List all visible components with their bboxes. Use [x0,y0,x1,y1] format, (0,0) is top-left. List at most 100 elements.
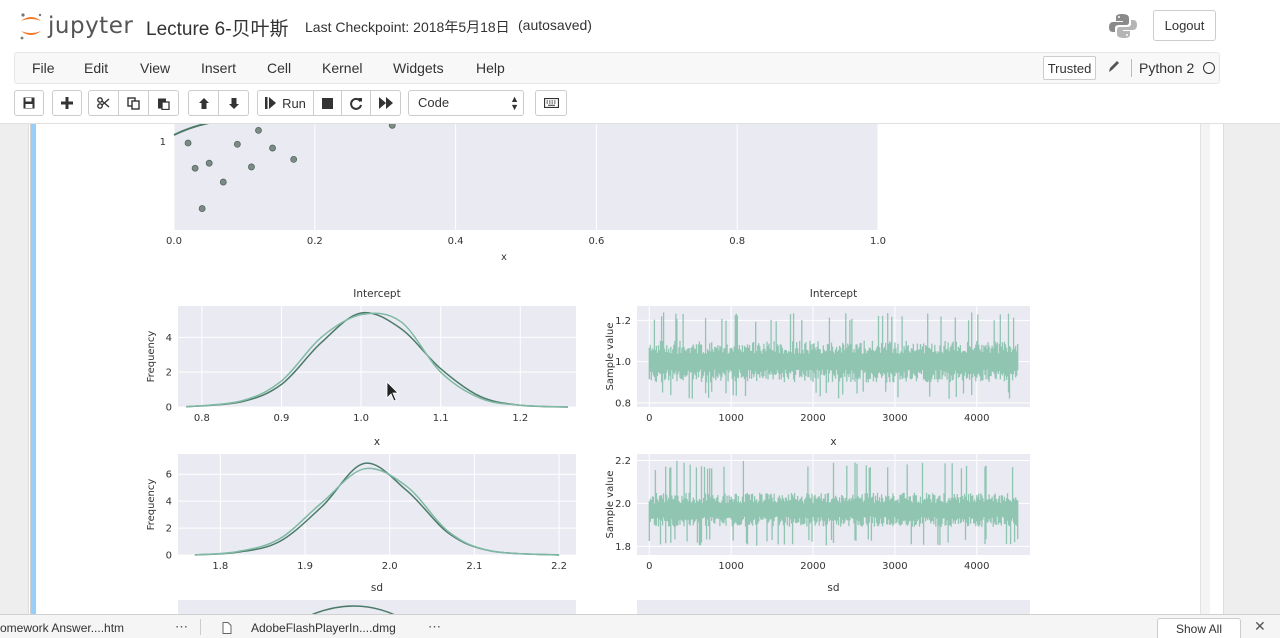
download-divider [200,619,201,635]
intercept-density-xtick-label: 1.2 [512,413,528,424]
x-trace-xtick-label: 4000 [964,561,989,572]
scatter-xlabel: x [501,252,507,263]
intercept-trace-xtick-label: 1000 [718,413,743,424]
menu-insert[interactable]: Insert [201,60,236,76]
sd-density-area [178,600,576,614]
scatter-point [191,164,199,172]
x-density-xtick-label: 2.1 [466,561,482,572]
save-button[interactable] [14,90,44,116]
arrow-up-icon [198,97,209,109]
trusted-indicator[interactable]: Trusted [1043,56,1096,80]
plus-icon [61,97,73,109]
cell-output-plots: 0.0 0.2 0.4 0.6 0.8 1.0 1 x 0.8 0.9 1.0 1.1 1.2 0 2 4 I… [146,124,1030,614]
toolbar: Run Code ▲ ▼ [14,90,1220,118]
download-more-icon-2[interactable]: ⋯ [428,619,441,635]
restart-run-all-button[interactable] [370,90,401,116]
intercept-density-ytick-label: 0 [166,403,172,414]
close-icon[interactable]: ✕ [1254,618,1266,635]
scatter-xtick-label: 0.0 [166,236,182,247]
scatter-point [198,205,206,212]
x-density-ytick-label: 0 [166,551,172,562]
intercept-density-plot: 0.8 0.9 1.0 1.1 1.2 0 2 4 Intercept Frequency [146,288,576,424]
file-icon [222,622,232,634]
scatter-point [269,144,276,152]
menu-widgets[interactable]: Widgets [393,60,444,76]
pencil-icon[interactable] [1107,59,1121,75]
intercept-trace-ytick-label: 1.0 [615,357,631,368]
intercept-trace-ytick-label: 1.2 [615,316,631,327]
x-trace-xtick-label: 0 [646,561,652,572]
menu-edit[interactable]: Edit [84,60,108,76]
intercept-density-xtick-label: 0.8 [194,413,210,424]
sd-trace-title: sd [827,582,839,594]
x-density-xtick-label: 2.2 [551,561,567,572]
scatter-point [388,124,396,129]
x-density-ytick-label: 4 [166,497,172,508]
scatter-point [184,139,192,147]
move-up-button[interactable] [188,90,219,116]
download-item-flashplayer[interactable]: AdobeFlashPlayerIn....dmg [251,621,396,635]
menu-help[interactable]: Help [476,60,505,76]
kernel-divider [1131,59,1132,77]
x-density-ytick-label: 6 [166,470,172,481]
intercept-density-title: Intercept [353,288,400,300]
x-trace-xtick-label: 1000 [718,561,743,572]
cut-button[interactable] [88,90,119,116]
scatter-point [255,126,262,134]
x-density-xtick-label: 2.0 [382,561,398,572]
x-density-xtick-label: 1.8 [212,561,228,572]
intercept-density-ylabel: Frequency [146,331,157,383]
scatter-xtick-label: 0.6 [588,236,604,247]
paste-icon [158,98,170,110]
menu-view[interactable]: View [140,60,170,76]
logo-text: jupyter [48,13,134,39]
notebook-name[interactable]: Lecture 6-贝叶斯 [146,14,289,41]
intercept-density-xtick-label: 0.9 [274,413,290,424]
intercept-trace-plot: 0 1000 2000 3000 4000 0.8 1.0 1.2 Intercept Sampl… [605,288,1030,424]
x-trace-plot: 0 1000 2000 3000 4000 1.8 2.0 2.2 x Sample value [605,436,1030,572]
menu-file[interactable]: File [32,60,55,76]
download-item-homework[interactable]: omework Answer....htm [0,621,124,635]
jupyter-logo[interactable]: jupyter [18,8,133,44]
scatter-plot: 0.0 0.2 0.4 0.6 0.8 1.0 1 x [160,124,886,263]
restart-button[interactable] [341,90,371,116]
intercept-density-area [178,306,576,407]
jupyter-logo-icon [20,13,42,40]
scatter-xtick-label: 1.0 [870,236,886,247]
insert-cell-button[interactable] [52,90,82,116]
intercept-density-ytick-label: 4 [166,333,172,344]
copy-button[interactable] [118,90,149,116]
intercept-trace-ylabel: Sample value [605,323,616,391]
scatter-xtick-label: 0.4 [448,236,464,247]
sd-trace-plot: sd [637,582,1030,614]
menu-cell[interactable]: Cell [267,60,291,76]
intercept-trace-xtick-label: 3000 [882,413,907,424]
command-palette-button[interactable] [535,90,567,116]
intercept-trace-xtick-label: 0 [646,413,652,424]
download-more-icon[interactable]: ⋯ [175,619,188,635]
cell-type-select[interactable]: Code ▲ ▼ [408,90,524,116]
x-density-ytick-label: 2 [166,524,172,535]
header: jupyter Lecture 6-贝叶斯 Last Checkpoint: 2… [0,0,1280,124]
scatter-xtick-label: 0.8 [729,236,745,247]
logout-button[interactable]: Logout [1153,10,1216,41]
cell-selection-bar [31,124,36,614]
run-button[interactable]: Run [257,90,314,116]
autosave-status: (autosaved) [518,17,592,33]
notebook-area[interactable]: 0.0 0.2 0.4 0.6 0.8 1.0 1 x 0.8 0.9 1.0 1.1 1.2 0 2 4 I… [0,124,1280,614]
x-density-xtick-label: 1.9 [297,561,313,572]
arrow-down-icon [228,97,239,109]
x-trace-ylabel: Sample value [605,471,616,539]
scatter-point [219,178,227,186]
x-trace-ytick-label: 2.2 [615,456,631,467]
move-down-button[interactable] [218,90,249,116]
keyboard-icon [543,98,559,108]
menu-kernel[interactable]: Kernel [322,60,362,76]
x-trace-ytick-label: 1.8 [615,542,631,553]
scrollbar[interactable] [1200,124,1210,614]
downloads-bar: omework Answer....htm ⋯ AdobeFlashPlayer… [0,614,1280,638]
interrupt-button[interactable] [313,90,342,116]
paste-button[interactable] [148,90,179,116]
show-all-downloads-button[interactable]: Show All [1157,618,1241,638]
sd-trace-area [637,600,1030,614]
